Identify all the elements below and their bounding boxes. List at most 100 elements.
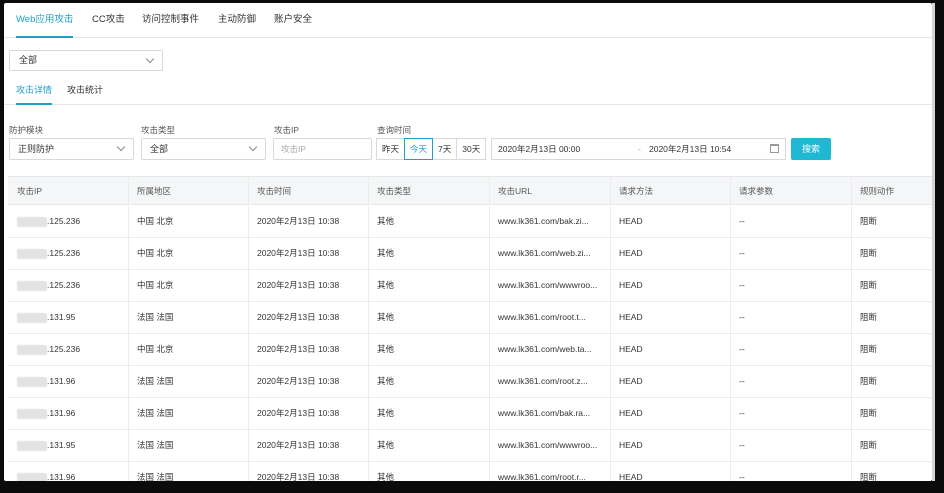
date-btn-30days[interactable]: 30天 xyxy=(456,138,487,160)
attack-type-select[interactable]: 全部 xyxy=(141,138,266,160)
cell-attack-url-text[interactable]: www.lk361.com/root.t... xyxy=(498,312,586,322)
cell-attack-url-text[interactable]: www.lk361.com/bak.ra... xyxy=(498,408,590,418)
cell-attack-url-text[interactable]: www.lk361.com/wwwroo... xyxy=(498,280,597,290)
window-edge xyxy=(932,3,935,481)
cell-request-params: -- xyxy=(730,238,851,269)
tab-active-defense[interactable]: 主动防御 xyxy=(218,3,256,38)
date-range-start[interactable]: 2020年2月13日 00:00 xyxy=(498,139,580,159)
cell-attack-time: 2020年2月13日 10:38 xyxy=(248,238,368,269)
cell-region: 中国 北京 xyxy=(128,334,248,365)
cell-attack-type-text: 其他 xyxy=(377,344,395,354)
search-button[interactable]: 搜索 xyxy=(791,138,831,160)
table-row[interactable]: .125.236 中国 北京 2020年2月13日 10:38 其他 www.lk361… xyxy=(8,206,932,238)
cell-attack-time-text: 2020年2月13日 10:38 xyxy=(257,248,340,258)
tab-attack-details[interactable]: 攻击详情 xyxy=(16,78,53,105)
cell-attack-type-text: 其他 xyxy=(377,216,395,226)
cell-rule-action-text: 阻断 xyxy=(860,376,878,386)
cell-attack-type-text: 其他 xyxy=(377,248,395,258)
tab-cc-attack[interactable]: CC攻击 xyxy=(92,3,125,38)
table-row[interactable]: .131.95 法国 法国 2020年2月13日 10:38 其他 www.lk361.… xyxy=(8,302,932,334)
cell-attack-url-text[interactable]: www.lk361.com/web.ta... xyxy=(498,344,592,354)
query-time-label: 查询时间 xyxy=(377,125,412,135)
cell-request-method: HEAD xyxy=(610,206,730,237)
cell-attack-url: www.lk361.com/bak.ra... xyxy=(489,398,610,429)
module-select[interactable]: 正则防护 xyxy=(9,138,134,160)
cell-attack-url-text[interactable]: www.lk361.com/web.zi... xyxy=(498,248,591,258)
table-row[interactable]: .131.96 法国 法国 2020年2月13日 10:38 其他 www.lk361.… xyxy=(8,398,932,430)
cell-request-params: -- xyxy=(730,366,851,397)
date-range-picker[interactable]: 2020年2月13日 00:00 - 2020年2月13日 10:54 xyxy=(491,138,786,160)
col-attack-url[interactable]: 攻击URL xyxy=(489,177,610,204)
table-row[interactable]: .131.96 法国 法国 2020年2月13日 10:38 其他 www.lk361.… xyxy=(8,366,932,398)
date-btn-today[interactable]: 今天 xyxy=(404,138,434,160)
table-row[interactable]: .125.236 中国 北京 2020年2月13日 10:38 其他 www.lk361… xyxy=(8,270,932,302)
cell-request-params: -- xyxy=(730,430,851,461)
cell-rule-action-text: 阻断 xyxy=(860,312,878,322)
cell-region-text: 中国 北京 xyxy=(137,280,174,290)
chevron-down-icon xyxy=(248,142,258,152)
date-btn-7days[interactable]: 7天 xyxy=(432,138,458,160)
cell-attack-ip-text: .131.96 xyxy=(47,408,76,418)
cell-attack-ip-text: .125.236 xyxy=(47,344,81,354)
cell-attack-ip-text: .131.95 xyxy=(47,312,76,322)
cell-rule-action: 阻断 xyxy=(851,398,932,429)
cell-attack-url: www.lk361.com/wwwroo... xyxy=(489,270,610,301)
attack-ip-input[interactable]: 攻击IP xyxy=(273,138,372,160)
cell-request-params-text: -- xyxy=(739,408,745,418)
cell-attack-time-text: 2020年2月13日 10:38 xyxy=(257,216,340,226)
attack-type-label: 攻击类型 xyxy=(141,125,176,135)
cell-attack-url-text[interactable]: www.lk361.com/root.r... xyxy=(498,472,586,481)
cell-attack-time-text: 2020年2月13日 10:38 xyxy=(257,440,340,450)
cell-request-method-text: HEAD xyxy=(619,344,643,354)
cell-request-params-text: -- xyxy=(739,280,745,290)
table-row[interactable]: .131.96 法国 法国 2020年2月13日 10:38 其他 www.lk361.… xyxy=(8,462,932,481)
cell-attack-url: www.lk361.com/root.z... xyxy=(489,366,610,397)
cell-rule-action: 阻断 xyxy=(851,430,932,461)
top-tabs: Web应用攻击 CC攻击 访问控制事件 主动防御 账户安全 xyxy=(4,3,932,38)
col-attack-ip[interactable]: 攻击IP xyxy=(8,177,128,204)
cell-attack-url-text[interactable]: www.lk361.com/wwwroo... xyxy=(498,440,597,450)
col-region[interactable]: 所属地区 xyxy=(128,177,248,204)
cell-attack-type: 其他 xyxy=(368,270,489,301)
date-range-end[interactable]: 2020年2月13日 10:54 xyxy=(649,139,731,159)
attack-ip-label: 攻击IP xyxy=(274,125,300,135)
cell-region-text: 法国 法国 xyxy=(137,440,174,450)
cell-attack-time: 2020年2月13日 10:38 xyxy=(248,462,368,481)
col-request-params[interactable]: 请求参数 xyxy=(730,177,851,204)
module-label: 防护模块 xyxy=(9,125,44,135)
cell-attack-time: 2020年2月13日 10:38 xyxy=(248,398,368,429)
table-row[interactable]: .131.95 法国 法国 2020年2月13日 10:38 其他 www.lk361.… xyxy=(8,430,932,462)
col-request-method[interactable]: 请求方法 xyxy=(610,177,730,204)
cell-region: 中国 北京 xyxy=(128,238,248,269)
cell-attack-url: www.lk361.com/root.t... xyxy=(489,302,610,333)
cell-attack-url: www.lk361.com/web.ta... xyxy=(489,334,610,365)
attack-type-select-value: 全部 xyxy=(150,144,169,154)
date-range-separator: - xyxy=(638,144,641,154)
col-attack-type[interactable]: 攻击类型 xyxy=(368,177,489,204)
cell-attack-url-text[interactable]: www.lk361.com/bak.zi... xyxy=(498,216,589,226)
tab-account-security[interactable]: 账户安全 xyxy=(274,3,312,38)
table-row[interactable]: .125.236 中国 北京 2020年2月13日 10:38 其他 www.lk361… xyxy=(8,238,932,270)
cell-request-method-text: HEAD xyxy=(619,248,643,258)
calendar-icon[interactable] xyxy=(770,144,779,153)
tab-web-attack[interactable]: Web应用攻击 xyxy=(16,3,74,38)
cell-attack-ip-text: .125.236 xyxy=(47,216,81,226)
domain-select[interactable]: 全部 xyxy=(9,50,163,71)
tab-access-control[interactable]: 访问控制事件 xyxy=(142,3,199,38)
cell-attack-time-text: 2020年2月13日 10:38 xyxy=(257,408,340,418)
domain-select-value: 全部 xyxy=(19,55,38,65)
table-row[interactable]: .125.236 中国 北京 2020年2月13日 10:38 其他 www.lk361… xyxy=(8,334,932,366)
cell-attack-url: www.lk361.com/root.r... xyxy=(489,462,610,481)
cell-attack-url: www.lk361.com/wwwroo... xyxy=(489,430,610,461)
cell-attack-url-text[interactable]: www.lk361.com/root.z... xyxy=(498,376,588,386)
cell-attack-time-text: 2020年2月13日 10:38 xyxy=(257,344,340,354)
cell-attack-time-text: 2020年2月13日 10:38 xyxy=(257,472,340,481)
cell-request-method-text: HEAD xyxy=(619,312,643,322)
tab-attack-stats[interactable]: 攻击统计 xyxy=(67,78,103,105)
col-attack-time[interactable]: 攻击时间 xyxy=(248,177,368,204)
cell-attack-type: 其他 xyxy=(368,206,489,237)
col-rule-action[interactable]: 规则动作 xyxy=(851,177,932,204)
cell-attack-type: 其他 xyxy=(368,334,489,365)
date-btn-yesterday[interactable]: 昨天 xyxy=(376,138,406,160)
attack-ip-placeholder: 攻击IP xyxy=(281,144,307,154)
